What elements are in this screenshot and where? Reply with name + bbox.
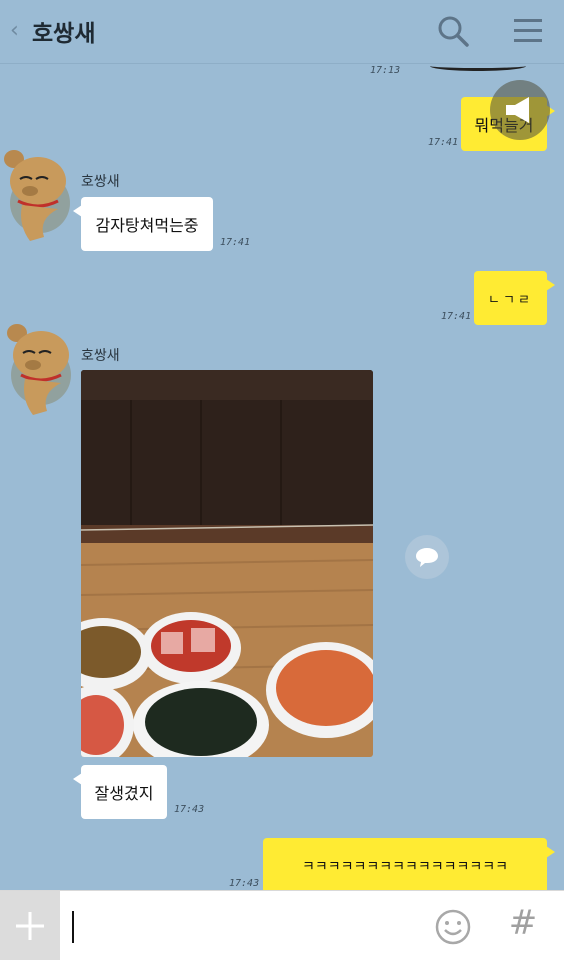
my-message-bubble[interactable]: ㅋㅋㅋㅋㅋㅋㅋㅋㅋㅋㅋㅋㅋㅋㅋㅋ	[263, 838, 547, 890]
chat-area[interactable]: 17:13 17:41 뭐먹늘거 호쌍새 감자탕쳐먹는중 17:41 17:41…	[0, 65, 564, 890]
message-text: ㅋㅋㅋㅋㅋㅋㅋㅋㅋㅋㅋㅋㅋㅋㅋㅋ	[301, 859, 509, 875]
bubble-tail	[546, 846, 555, 858]
message-time: 17:41	[220, 237, 251, 248]
avatar[interactable]	[0, 145, 80, 245]
text-caret	[72, 911, 74, 943]
notice-icon[interactable]	[490, 80, 550, 140]
bubble-tail	[546, 279, 555, 291]
avatar[interactable]	[5, 319, 85, 419]
search-icon[interactable]	[434, 12, 474, 52]
sender-name: 호쌍새	[81, 348, 120, 364]
chat-header: ‹ 호쌍새	[0, 0, 564, 64]
share-icon[interactable]	[405, 535, 449, 579]
message-text: ㄴㄱㄹ	[488, 292, 533, 308]
message-input-bar: #	[0, 890, 564, 960]
menu-icon[interactable]	[508, 12, 548, 52]
message-time: 17:43	[174, 804, 205, 815]
message-time: 17:41	[441, 311, 472, 322]
previous-message-fragment	[430, 65, 526, 71]
chat-title: 호쌍새	[32, 21, 96, 47]
their-message-bubble[interactable]: 감자탕쳐먹는중	[81, 197, 213, 251]
chevron-left-icon[interactable]: ‹	[10, 18, 19, 43]
their-message-bubble[interactable]: 잘생겼지	[81, 765, 167, 819]
emoji-icon[interactable]	[434, 908, 472, 946]
photo-message[interactable]	[81, 370, 373, 757]
sender-name: 호쌍새	[81, 174, 120, 190]
message-text: 잘생겼지	[94, 784, 154, 803]
hashtag-button[interactable]: #	[506, 903, 540, 947]
message-time: 17:43	[229, 878, 260, 889]
message-text: 감자탕쳐먹는중	[95, 216, 199, 235]
message-time: 17:41	[428, 137, 459, 148]
message-input[interactable]	[66, 903, 416, 949]
message-time: 17:13	[370, 65, 401, 76]
my-message-bubble[interactable]: ㄴㄱㄹ	[474, 271, 547, 325]
plus-icon[interactable]	[0, 891, 60, 960]
